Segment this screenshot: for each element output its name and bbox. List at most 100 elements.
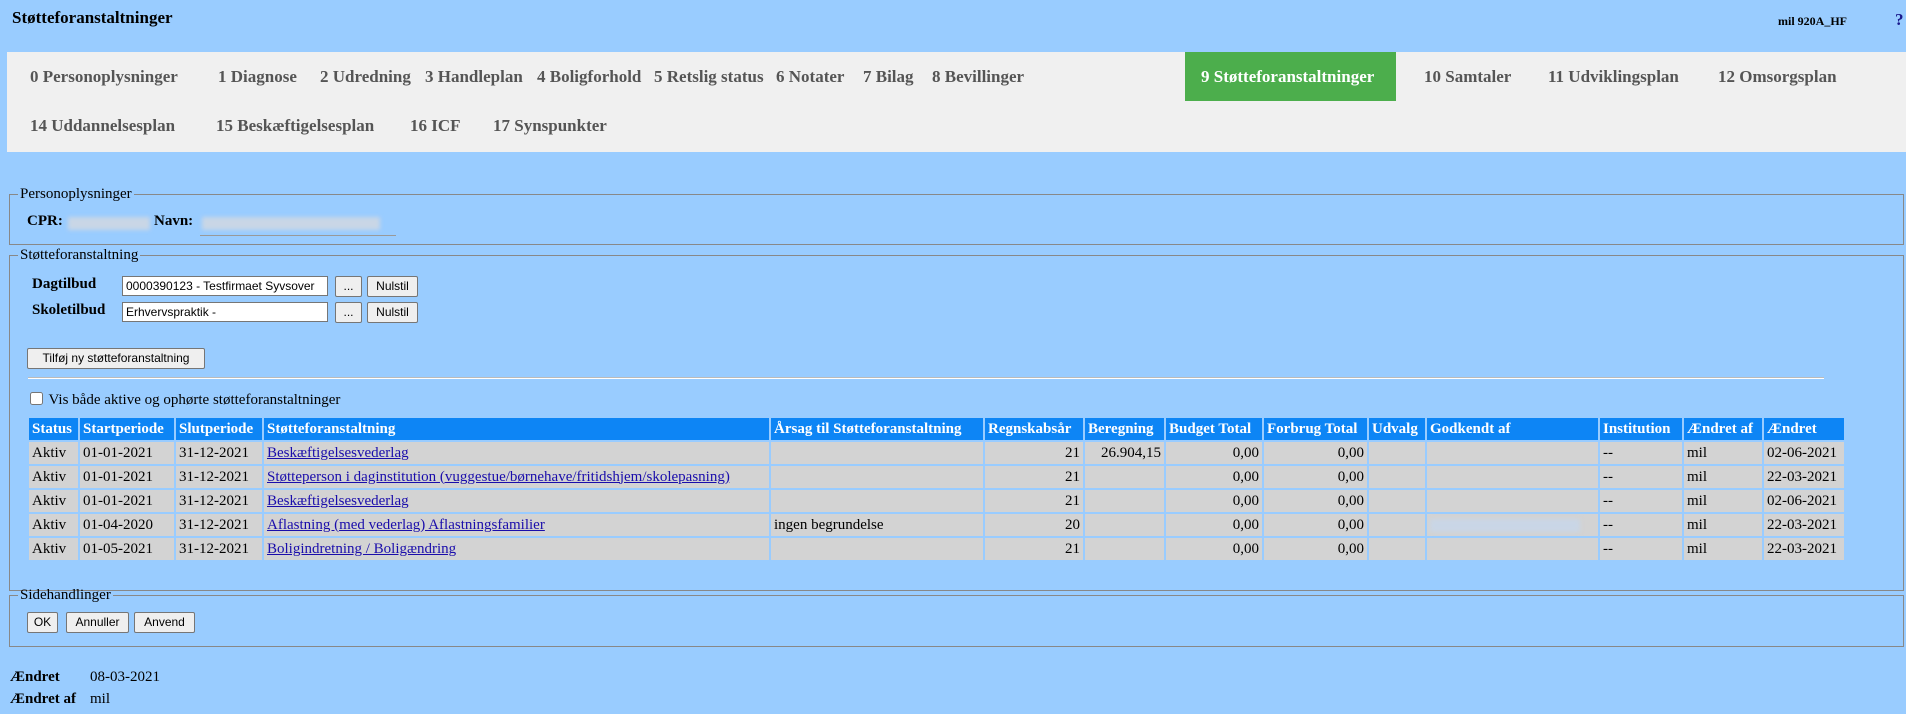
cell-forbrug-total: 0,00 <box>1264 514 1367 536</box>
tab-personoplysninger[interactable]: 0 Personoplysninger <box>14 52 194 101</box>
cell-status: Aktiv <box>29 442 78 464</box>
tab-notater[interactable]: 6 Notater <box>760 52 860 101</box>
ok-button[interactable]: OK <box>27 612 58 633</box>
col-godkendt-af[interactable]: Godkendt af <box>1427 418 1598 440</box>
tab-beskaeftigelsesplan[interactable]: 15 Beskæftigelsesplan <box>200 101 390 150</box>
dagtilbud-browse-button[interactable]: ... <box>335 276 362 297</box>
col-aarsag[interactable]: Årsag til Støtteforanstaltning <box>771 418 983 440</box>
cell-slutperiode: 31-12-2021 <box>176 490 262 512</box>
tab-diagnose[interactable]: 1 Diagnose <box>202 52 313 101</box>
cell-budget-total: 0,00 <box>1166 514 1262 536</box>
table-row: Aktiv 01-01-2021 31-12-2021 Støtteperson… <box>29 466 1844 488</box>
cell-forbrug-total: 0,00 <box>1264 442 1367 464</box>
user-id: mil 920A_HF <box>1778 14 1847 28</box>
cell-udvalg <box>1369 442 1425 464</box>
cell-status: Aktiv <box>29 466 78 488</box>
cell-beregning <box>1085 538 1164 560</box>
tab-retslig-status[interactable]: 5 Retslig status <box>638 52 780 101</box>
tab-handleplan[interactable]: 3 Handleplan <box>409 52 539 101</box>
stotte-link[interactable]: Beskæftigelsesvederlag <box>267 445 409 461</box>
cell-slutperiode: 31-12-2021 <box>176 538 262 560</box>
cell-startperiode: 01-05-2021 <box>80 538 174 560</box>
cell-startperiode: 01-01-2021 <box>80 490 174 512</box>
cell-institution: -- <box>1600 442 1682 464</box>
cell-aarsag <box>771 490 983 512</box>
table-row: Aktiv 01-04-2020 31-12-2021 Aflastning (… <box>29 514 1844 536</box>
col-budget-total[interactable]: Budget Total <box>1166 418 1262 440</box>
stotte-link[interactable]: Beskæftigelsesvederlag <box>267 493 409 509</box>
tab-omsorgsplan[interactable]: 12 Omsorgsplan <box>1702 52 1853 101</box>
stotte-link[interactable]: Støtteperson i daginstitution (vuggestue… <box>267 469 730 485</box>
col-forbrug-total[interactable]: Forbrug Total <box>1264 418 1367 440</box>
col-aendret[interactable]: Ændret <box>1764 418 1844 440</box>
cell-budget-total: 0,00 <box>1166 466 1262 488</box>
side-actions-legend: Sidehandlinger <box>20 587 111 603</box>
tab-samtaler[interactable]: 10 Samtaler <box>1408 52 1527 101</box>
tab-bar: 0 Personoplysninger 1 Diagnose 2 Udredni… <box>7 52 1906 152</box>
stotte-legend: Støtteforanstaltning <box>20 247 139 263</box>
cell-aarsag <box>771 538 983 560</box>
cell-startperiode: 01-01-2021 <box>80 466 174 488</box>
tab-bevillinger[interactable]: 8 Bevillinger <box>916 52 1040 101</box>
cell-budget-total: 0,00 <box>1166 442 1262 464</box>
cell-aendret-af: mil <box>1684 538 1762 560</box>
tab-stoetteforanstaltninger[interactable]: 9 Støtteforanstaltninger <box>1185 52 1396 101</box>
dagtilbud-reset-button[interactable]: Nulstil <box>367 276 418 297</box>
divider <box>28 377 1824 379</box>
cell-stotteforanstaltning: Boligindretning / Boligændring <box>264 538 769 560</box>
apply-button[interactable]: Anvend <box>134 612 195 633</box>
cpr-label: CPR: <box>27 213 63 229</box>
cell-stotteforanstaltning: Aflastning (med vederlag) Aflastningsfam… <box>264 514 769 536</box>
show-all-checkbox[interactable] <box>30 392 43 405</box>
help-icon[interactable]: ? <box>1895 10 1904 30</box>
col-stotteforanstaltning[interactable]: Støtteforanstaltning <box>264 418 769 440</box>
cell-godkendt-af <box>1427 490 1598 512</box>
tab-synspunkter[interactable]: 17 Synspunkter <box>477 101 623 150</box>
col-startperiode[interactable]: Startperiode <box>80 418 174 440</box>
cell-godkendt-af <box>1427 442 1598 464</box>
cell-status: Aktiv <box>29 514 78 536</box>
navn-value-redacted <box>200 215 396 236</box>
stotte-link[interactable]: Boligindretning / Boligændring <box>267 541 456 557</box>
skoletilbud-field[interactable] <box>122 302 328 322</box>
skoletilbud-browse-button[interactable]: ... <box>335 302 362 323</box>
col-institution[interactable]: Institution <box>1600 418 1682 440</box>
col-slutperiode[interactable]: Slutperiode <box>176 418 262 440</box>
cell-aendret-af: mil <box>1684 490 1762 512</box>
cell-godkendt-af <box>1427 466 1598 488</box>
cell-institution: -- <box>1600 490 1682 512</box>
cell-status: Aktiv <box>29 490 78 512</box>
col-udvalg[interactable]: Udvalg <box>1369 418 1425 440</box>
cpr-value-redacted <box>68 215 150 232</box>
cell-institution: -- <box>1600 466 1682 488</box>
col-aendret-af[interactable]: Ændret af <box>1684 418 1762 440</box>
cell-aendret: 02-06-2021 <box>1764 442 1844 464</box>
cell-aarsag <box>771 466 983 488</box>
col-status[interactable]: Status <box>29 418 78 440</box>
cell-beregning: 26.904,15 <box>1085 442 1164 464</box>
cell-institution: -- <box>1600 538 1682 560</box>
dagtilbud-field[interactable] <box>122 276 328 296</box>
tab-icf[interactable]: 16 ICF <box>394 101 477 150</box>
side-actions-section: Sidehandlinger <box>9 587 1904 647</box>
stotte-link[interactable]: Aflastning (med vederlag) Aflastningsfam… <box>267 517 545 533</box>
cell-beregning <box>1085 490 1164 512</box>
add-stotte-button[interactable]: Tilføj ny støtteforanstaltning <box>27 348 205 369</box>
cell-aendret-af: mil <box>1684 514 1762 536</box>
col-regnskabsaar[interactable]: Regnskabsår <box>985 418 1083 440</box>
tab-boligforhold[interactable]: 4 Boligforhold <box>521 52 657 101</box>
table-row: Aktiv 01-05-2021 31-12-2021 Boligindretn… <box>29 538 1844 560</box>
tab-uddannelsesplan[interactable]: 14 Uddannelsesplan <box>14 101 191 150</box>
cell-slutperiode: 31-12-2021 <box>176 442 262 464</box>
cell-regnskabsaar: 20 <box>985 514 1083 536</box>
cancel-button[interactable]: Annuller <box>66 612 129 633</box>
col-beregning[interactable]: Beregning <box>1085 418 1164 440</box>
changed-value: 08-03-2021 <box>90 669 160 685</box>
cell-regnskabsaar: 21 <box>985 442 1083 464</box>
tab-udviklingsplan[interactable]: 11 Udviklingsplan <box>1532 52 1695 101</box>
skoletilbud-reset-button[interactable]: Nulstil <box>367 302 418 323</box>
cell-godkendt-af <box>1427 514 1598 536</box>
stotte-table: Status Startperiode Slutperiode Støttefo… <box>27 416 1846 562</box>
cell-slutperiode: 31-12-2021 <box>176 466 262 488</box>
navn-label: Navn: <box>154 213 194 229</box>
